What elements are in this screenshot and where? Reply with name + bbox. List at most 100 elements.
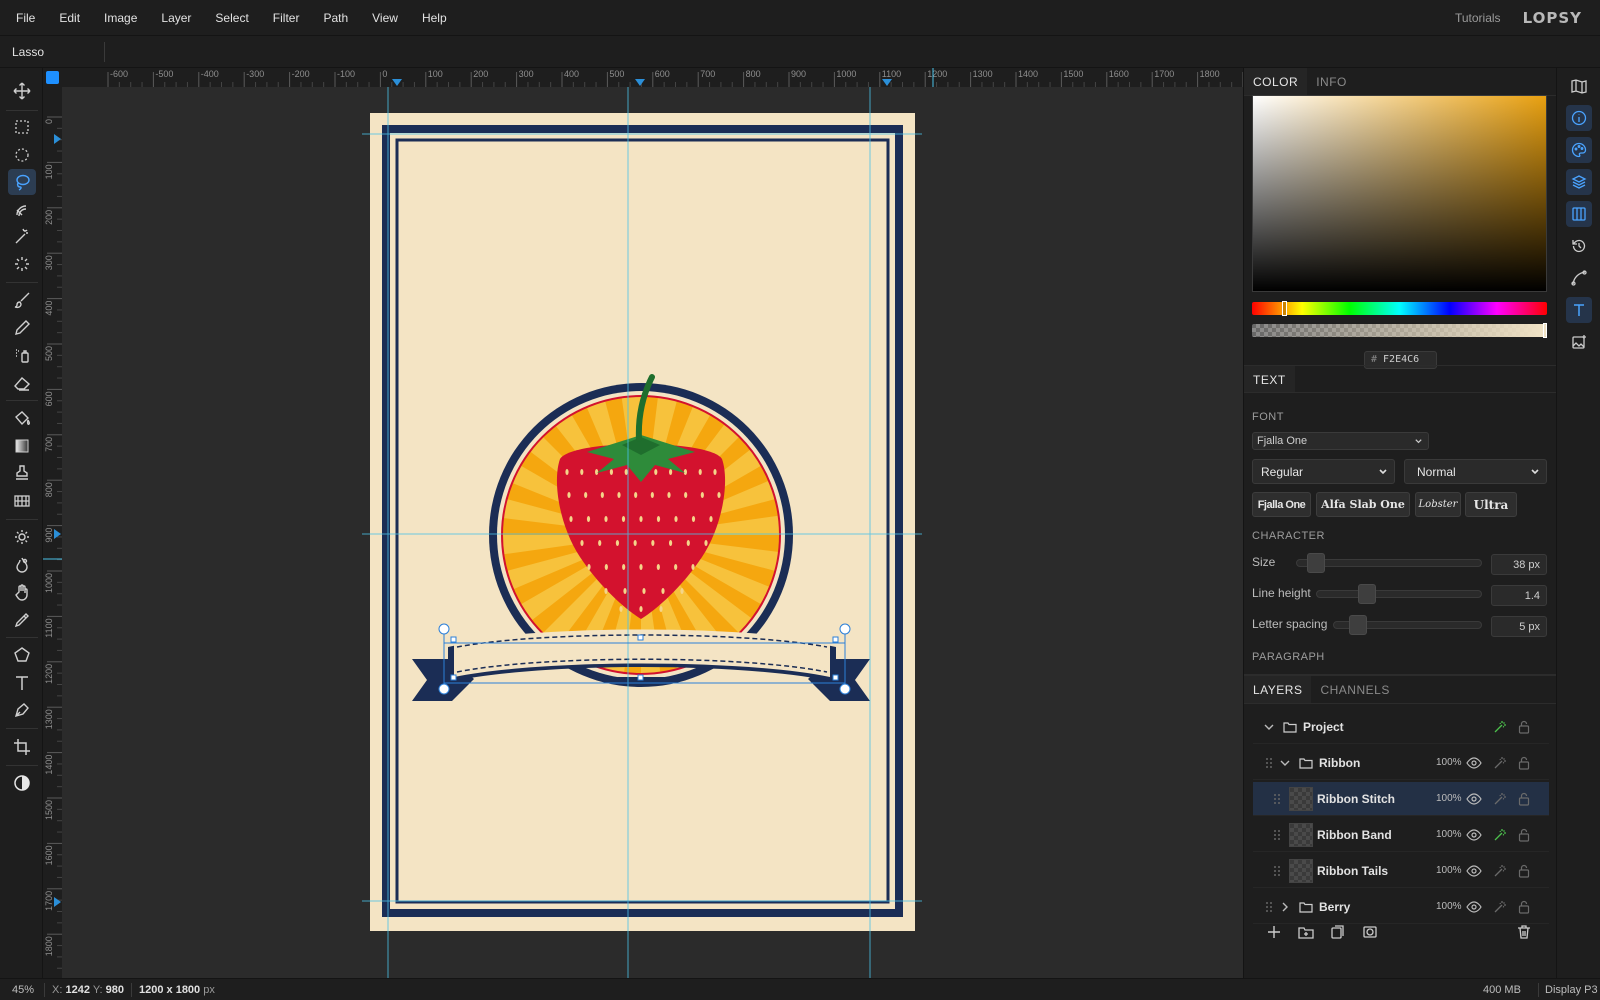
letter-spacing-slider[interactable] xyxy=(1333,615,1482,635)
alpha-slider-thumb[interactable] xyxy=(1543,323,1547,338)
font-preset-alfa-slab[interactable]: Alfa Slab One xyxy=(1316,492,1410,517)
eye-icon[interactable] xyxy=(1466,755,1482,771)
alpha-slider[interactable] xyxy=(1252,323,1547,338)
drag-handle-icon[interactable] xyxy=(1273,829,1281,841)
polygon-tool-button[interactable] xyxy=(8,642,36,668)
mask-layer-icon[interactable] xyxy=(1362,924,1378,940)
effects-icon[interactable] xyxy=(1492,863,1508,879)
guide-marker[interactable] xyxy=(392,79,402,86)
contrast-tool-button[interactable] xyxy=(8,770,36,796)
rail-layers-button[interactable] xyxy=(1566,169,1592,195)
tab-color[interactable]: COLOR xyxy=(1244,68,1308,95)
chevron-right-icon[interactable] xyxy=(1279,901,1291,913)
layer-opacity[interactable]: 100% xyxy=(1436,829,1462,840)
guide-marker[interactable] xyxy=(882,79,892,86)
zoom-level[interactable]: 45% xyxy=(12,984,34,996)
crop-tool-button[interactable] xyxy=(8,734,36,760)
lock-icon[interactable] xyxy=(1517,864,1531,878)
line-height-slider[interactable] xyxy=(1316,584,1482,604)
vertical-ruler[interactable]: 0 100 200 300 400 500 600 700 800 900 1000 1100 1200… xyxy=(43,87,62,978)
lock-icon[interactable] xyxy=(1517,828,1531,842)
font-preset-lobster[interactable]: Lobster xyxy=(1415,492,1461,517)
rail-image-button[interactable] xyxy=(1566,329,1592,355)
eye-icon[interactable] xyxy=(1466,827,1482,843)
lock-icon[interactable] xyxy=(1517,792,1531,806)
lasso-tool-button[interactable] xyxy=(8,169,36,195)
move-tool-button[interactable] xyxy=(8,78,36,104)
size-slider-knob[interactable] xyxy=(1306,553,1325,573)
eye-icon[interactable] xyxy=(1466,791,1482,807)
line-height-input[interactable]: 1.4 xyxy=(1491,585,1547,606)
font-preset-fjalla[interactable]: Fjalla One xyxy=(1252,492,1311,517)
guide-marker[interactable] xyxy=(54,897,61,907)
lock-icon[interactable] xyxy=(1517,720,1531,734)
size-slider[interactable] xyxy=(1296,553,1482,573)
effects-icon[interactable] xyxy=(1492,791,1508,807)
layer-opacity[interactable]: 100% xyxy=(1436,757,1462,768)
new-folder-icon[interactable] xyxy=(1298,924,1314,940)
layer-row-project[interactable]: Project xyxy=(1253,710,1549,744)
duplicate-layer-icon[interactable] xyxy=(1330,924,1346,940)
drag-handle-icon[interactable] xyxy=(1273,793,1281,805)
guide-marker[interactable] xyxy=(54,134,61,144)
eye-icon[interactable] xyxy=(1466,863,1482,879)
ruler-origin-marker[interactable] xyxy=(46,71,59,84)
add-layer-icon[interactable] xyxy=(1266,924,1282,940)
font-weight-select[interactable]: Regular xyxy=(1252,459,1395,484)
drag-handle-icon[interactable] xyxy=(1265,757,1273,769)
tab-channels[interactable]: CHANNELS xyxy=(1311,676,1398,703)
menu-filter[interactable]: Filter xyxy=(261,0,312,36)
effects-icon[interactable] xyxy=(1492,719,1508,735)
eraser-tool-button[interactable] xyxy=(8,370,36,396)
stamp-tool-button[interactable] xyxy=(8,460,36,486)
tab-info[interactable]: INFO xyxy=(1307,68,1356,95)
menu-help[interactable]: Help xyxy=(410,0,459,36)
rail-color-button[interactable] xyxy=(1566,137,1592,163)
guide-marker[interactable] xyxy=(635,79,645,86)
trash-icon[interactable] xyxy=(1516,924,1532,940)
font-preset-ultra[interactable]: Ultra xyxy=(1465,492,1517,517)
canvas-area[interactable] xyxy=(62,87,1243,978)
menu-select[interactable]: Select xyxy=(203,0,260,36)
font-style-select[interactable]: Normal xyxy=(1404,459,1547,484)
effects-icon[interactable] xyxy=(1492,827,1508,843)
size-input[interactable]: 38 px xyxy=(1491,554,1547,575)
horizontal-ruler[interactable]: -600 -500 -400 -300 -200 -100 0 100 200 300 400 500… xyxy=(62,68,1243,87)
hue-slider[interactable] xyxy=(1252,301,1547,316)
layer-row-ribbon-band[interactable]: Ribbon Band 100% xyxy=(1253,818,1549,852)
object-select-tool-button[interactable] xyxy=(8,251,36,277)
hand-tool-button[interactable] xyxy=(8,579,36,605)
menu-layer[interactable]: Layer xyxy=(149,0,203,36)
layer-row-ribbon-tails[interactable]: Ribbon Tails 100% xyxy=(1253,854,1549,888)
layer-row-ribbon-stitch[interactable]: Ribbon Stitch 100% xyxy=(1253,782,1549,816)
layer-opacity[interactable]: 100% xyxy=(1436,901,1462,912)
tutorials-link[interactable]: Tutorials xyxy=(1455,11,1501,25)
eye-icon[interactable] xyxy=(1466,899,1482,915)
tab-layers[interactable]: LAYERS xyxy=(1244,676,1312,703)
magic-wand-tool-button[interactable] xyxy=(8,224,36,250)
lock-icon[interactable] xyxy=(1517,756,1531,770)
menu-image[interactable]: Image xyxy=(92,0,149,36)
dodge-tool-button[interactable] xyxy=(8,524,36,550)
menu-view[interactable]: View xyxy=(360,0,410,36)
rail-text-button[interactable] xyxy=(1566,297,1592,323)
chevron-down-icon[interactable] xyxy=(1279,757,1291,769)
text-tool-button[interactable] xyxy=(8,670,36,696)
rail-info-button[interactable] xyxy=(1566,105,1592,131)
quick-select-tool-button[interactable] xyxy=(8,197,36,223)
layer-row-ribbon[interactable]: Ribbon 100% xyxy=(1253,746,1549,780)
menu-file[interactable]: File xyxy=(0,0,47,36)
tab-text[interactable]: TEXT xyxy=(1244,366,1295,392)
pattern-tool-button[interactable] xyxy=(8,488,36,514)
rail-channels-button[interactable] xyxy=(1566,201,1592,227)
bucket-tool-button[interactable] xyxy=(8,405,36,431)
burn-tool-button[interactable] xyxy=(8,552,36,578)
font-family-select[interactable]: Fjalla One xyxy=(1252,432,1429,450)
pencil-tool-button[interactable] xyxy=(8,315,36,341)
hue-slider-thumb[interactable] xyxy=(1282,301,1287,316)
letter-spacing-input[interactable]: 5 px xyxy=(1491,616,1547,637)
drag-handle-icon[interactable] xyxy=(1265,901,1273,913)
menu-path[interactable]: Path xyxy=(311,0,360,36)
pen-tool-button[interactable] xyxy=(8,697,36,723)
effects-icon[interactable] xyxy=(1492,899,1508,915)
